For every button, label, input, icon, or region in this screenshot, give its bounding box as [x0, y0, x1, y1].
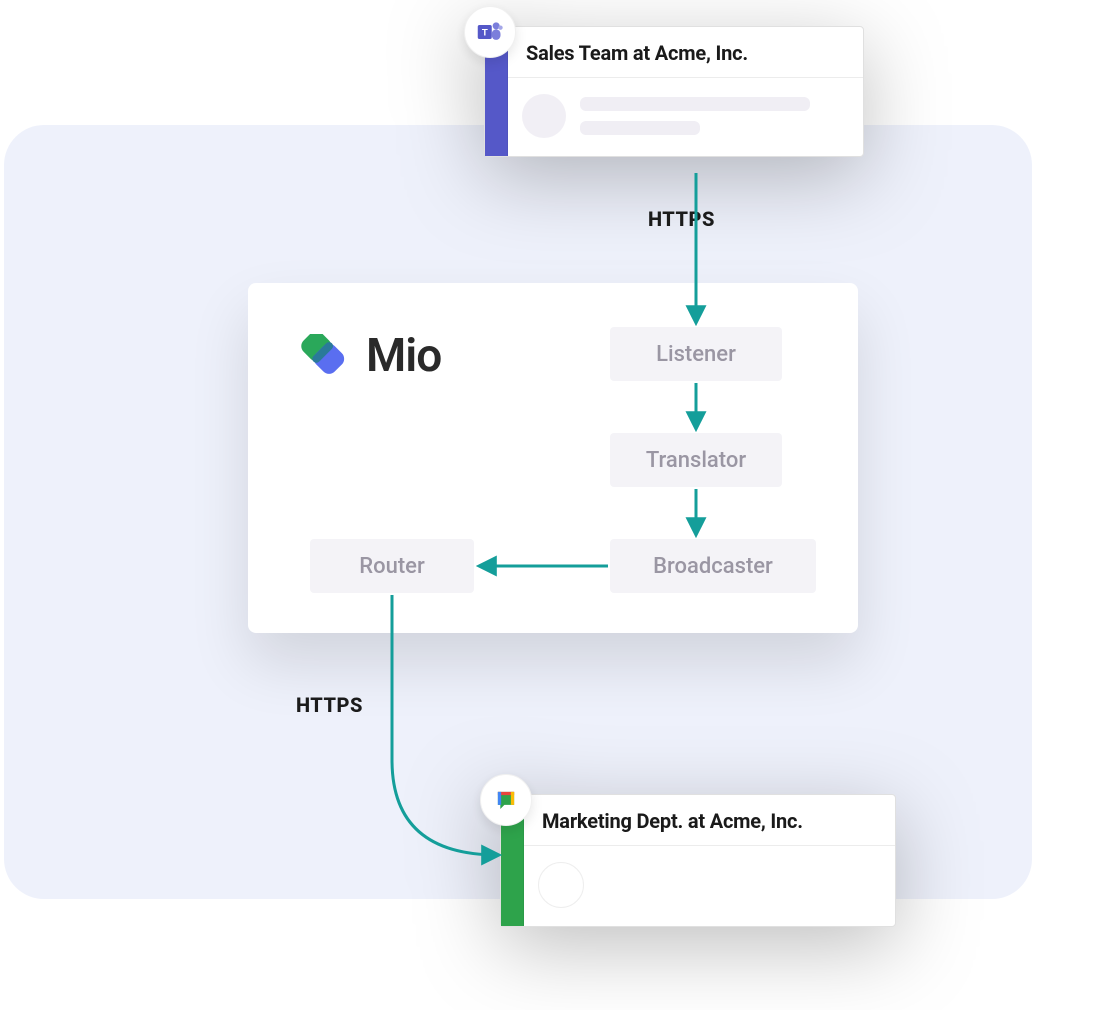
step-router: Router	[310, 539, 474, 593]
google-chat-icon	[480, 774, 532, 826]
svg-text:T: T	[482, 28, 488, 39]
placeholder-line	[580, 121, 700, 135]
protocol-outbound-label: HTTPS	[296, 693, 363, 717]
teams-icon: T	[464, 6, 516, 58]
source-card-content	[508, 78, 863, 156]
mio-logo-mark	[292, 334, 352, 378]
step-translator: Translator	[610, 433, 782, 487]
dest-card-title: Marketing Dept. at Acme, Inc.	[524, 795, 895, 846]
source-card-title: Sales Team at Acme, Inc.	[508, 27, 863, 78]
mio-panel: Mio Listener Translator Broadcaster Rout…	[248, 283, 858, 633]
protocol-inbound-label: HTTPS	[648, 207, 715, 231]
placeholder-line	[580, 97, 810, 111]
placeholder-line	[598, 890, 718, 904]
dest-message-card: Marketing Dept. at Acme, Inc.	[500, 794, 896, 927]
mio-logo: Mio	[292, 329, 441, 383]
avatar	[538, 862, 584, 908]
source-message-card: T Sales Team at Acme, Inc.	[484, 26, 864, 157]
step-listener: Listener	[610, 327, 782, 381]
mio-logo-text: Mio	[366, 329, 441, 383]
dest-card-content	[524, 846, 895, 926]
avatar	[522, 94, 566, 138]
placeholder-line	[598, 866, 828, 880]
step-broadcaster: Broadcaster	[610, 539, 816, 593]
